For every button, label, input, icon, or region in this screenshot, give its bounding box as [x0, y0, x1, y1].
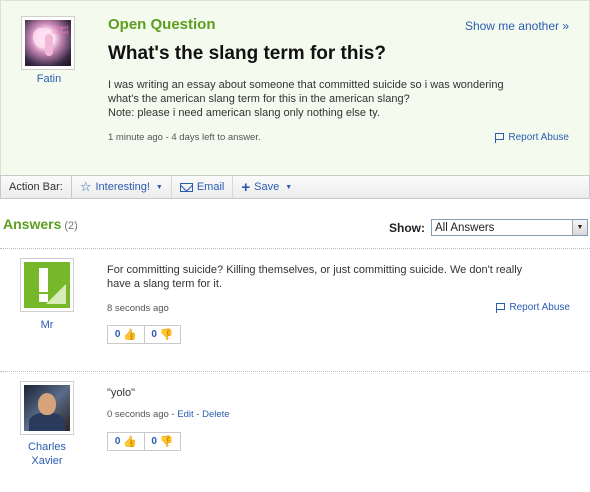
answerer-name-line: Charles	[28, 441, 66, 453]
answerer-avatar[interactable]	[20, 258, 74, 312]
meta-separator: -	[193, 409, 203, 420]
report-abuse-label: Report Abuse	[509, 302, 570, 313]
answers-title: Answers	[3, 216, 62, 232]
email-label: Email	[196, 181, 225, 193]
answer-text: For committing suicide? Killing themselv…	[107, 263, 577, 291]
question-report-abuse-link[interactable]: Report Abuse	[495, 132, 569, 143]
vote-box: 0 👍 0 👎	[107, 432, 181, 451]
mail-icon	[179, 182, 193, 192]
answer-report-abuse-link[interactable]: Report Abuse	[496, 302, 570, 313]
show-filter-label: Show:	[389, 221, 425, 235]
question-body-line: what's the american slang term for this …	[108, 93, 410, 105]
asker-name[interactable]: Fatin	[21, 73, 77, 85]
fairy-avatar-image: Forget me not	[25, 20, 71, 66]
thumbs-down-icon: 👎	[159, 329, 174, 341]
save-label: Save	[254, 181, 280, 193]
email-button[interactable]: Email	[172, 176, 234, 198]
answerer-name[interactable]: Charles Xavier	[17, 440, 77, 468]
report-abuse-label: Report Abuse	[508, 132, 569, 143]
answer-text-line: have a slang term for it.	[107, 278, 222, 290]
down-vote-count: 0	[151, 329, 157, 340]
question-status-label: Open Question	[108, 16, 216, 33]
asker-avatar[interactable]: Forget me not	[21, 16, 75, 70]
answer-time: 0 seconds ago -	[107, 409, 178, 420]
question-body-line: I was writing an essay about someone tha…	[108, 79, 504, 91]
thumbs-down-button[interactable]: 0 👎	[144, 433, 180, 450]
up-vote-count: 0	[114, 436, 121, 447]
answer-text-line: For committing suicide? Killing themselv…	[107, 264, 523, 276]
star-icon: ☆	[79, 179, 92, 194]
flag-icon	[496, 302, 506, 313]
avatar-caption: Forget me not	[51, 25, 69, 36]
divider	[0, 248, 590, 249]
answer-text: "yolo"	[107, 387, 135, 399]
interesting-label: Interesting!	[95, 181, 150, 193]
question-body-line: Note: please i need american slang only …	[108, 107, 380, 119]
thumbs-down-button[interactable]: 0 👎	[144, 326, 180, 343]
up-vote-count: 0	[114, 329, 121, 340]
professor-avatar-image	[24, 385, 70, 431]
question-panel: Forget me not Fatin Open Question Show m…	[0, 0, 590, 175]
chevron-down-icon: ▼	[155, 183, 163, 191]
action-bar: Action Bar: ☆ Interesting! ▼ Email + Sav…	[0, 175, 590, 199]
edit-link[interactable]: Edit	[177, 409, 193, 420]
answerer-name-line: Xavier	[31, 455, 63, 467]
down-vote-count: 0	[151, 436, 157, 447]
thumbs-up-button[interactable]: 0 👍	[108, 433, 144, 450]
thumbs-up-icon: 👍	[123, 329, 138, 341]
show-filter-select[interactable]: All Answers ▼	[431, 219, 588, 236]
interesting-button[interactable]: ☆ Interesting! ▼	[72, 176, 172, 198]
thumbs-up-icon: 👍	[123, 436, 138, 448]
exclamation-avatar-image	[24, 262, 70, 308]
flag-icon	[495, 132, 505, 143]
answer-meta: 0 seconds ago - Edit - Delete	[107, 409, 230, 420]
delete-link[interactable]: Delete	[202, 409, 229, 420]
answers-count: (2)	[64, 220, 78, 232]
vote-box: 0 👍 0 👎	[107, 325, 181, 344]
save-button[interactable]: + Save ▼	[233, 176, 300, 198]
divider	[0, 371, 590, 372]
question-body: I was writing an essay about someone tha…	[108, 78, 568, 120]
plus-icon: +	[241, 178, 251, 196]
answers-heading: Answers (2)	[3, 216, 78, 232]
thumbs-down-icon: 👎	[159, 436, 174, 448]
dropdown-arrow-icon[interactable]: ▼	[572, 220, 587, 235]
answer-meta: 8 seconds ago	[107, 303, 169, 314]
answerer-name[interactable]: Mr	[17, 318, 77, 332]
answerer-avatar[interactable]	[20, 381, 74, 435]
question-meta: 1 minute ago - 4 days left to answer.	[108, 132, 261, 143]
show-filter-value: All Answers	[435, 221, 495, 234]
question-title: What's the slang term for this?	[108, 43, 386, 64]
thumbs-up-button[interactable]: 0 👍	[108, 326, 144, 343]
show-another-link[interactable]: Show me another »	[465, 19, 569, 33]
chevron-down-icon: ▼	[285, 183, 293, 191]
action-bar-label: Action Bar:	[1, 176, 72, 198]
